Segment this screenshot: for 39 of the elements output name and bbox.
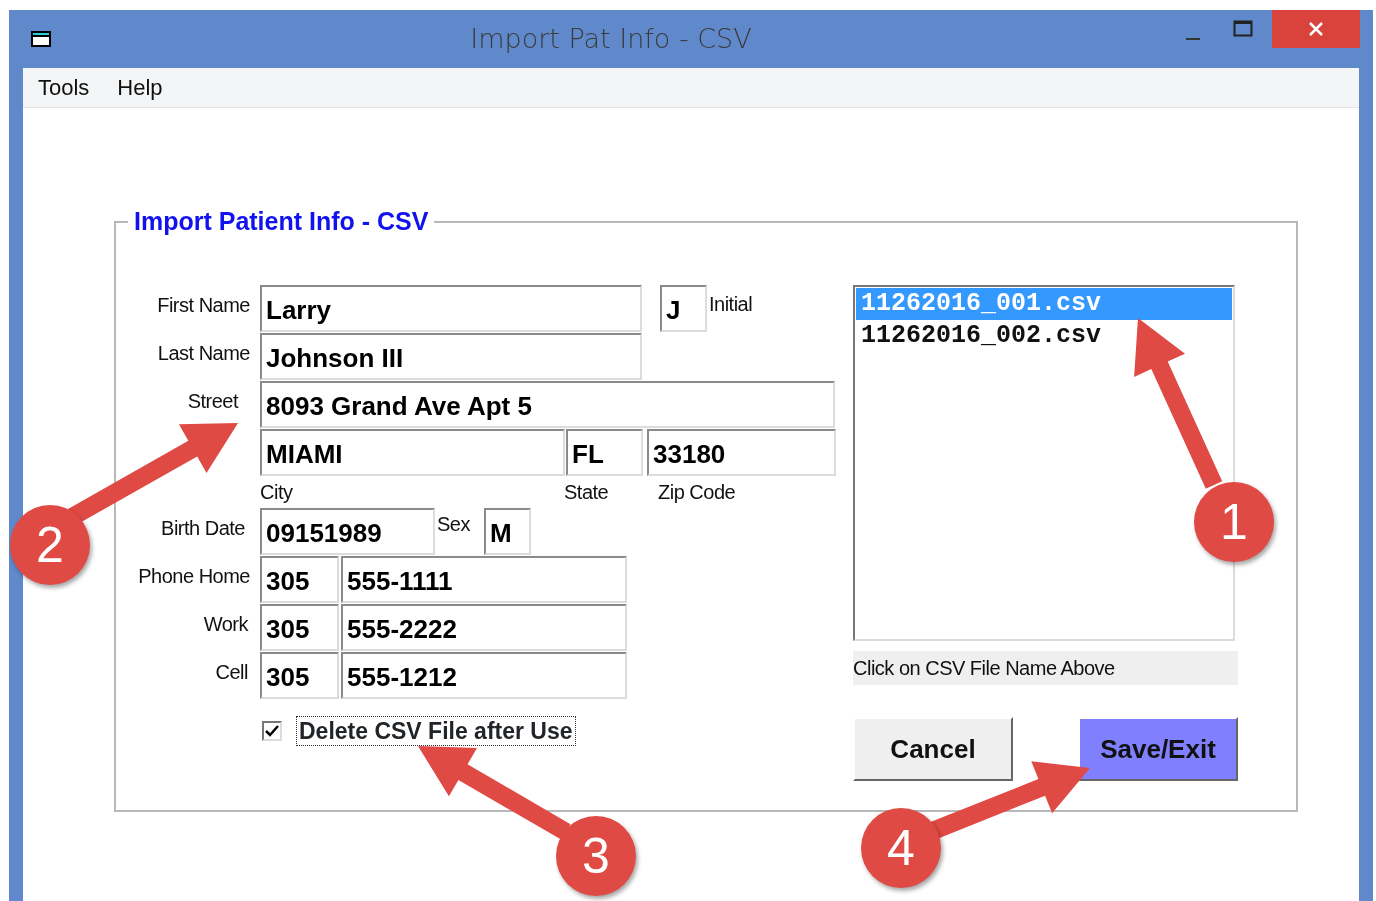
cancel-button[interactable]: Cancel [853,717,1013,781]
menu-item[interactable]: Tools [24,71,104,104]
field-label: Sex [436,512,471,537]
input-field[interactable]: 09151989 [260,508,435,555]
field-label: State [564,480,610,505]
input-field[interactable]: 555-2222 [341,604,627,651]
minimize-icon [1186,38,1200,40]
close-icon [1307,20,1325,38]
field-label: Zip Code [658,480,737,505]
field-label: Initial [709,292,753,317]
input-field[interactable]: 555-1111 [341,556,627,603]
list-item[interactable]: 11262016_002.csv [856,320,1232,352]
input-field[interactable]: 305 [260,652,339,699]
input-field[interactable]: MIAMI [260,429,565,476]
save-button[interactable]: Save/Exit [1078,717,1238,781]
checkbox[interactable] [262,721,282,741]
field-label: Birth Date [160,516,246,541]
field-label: Last Name [156,341,250,366]
input-field[interactable]: Larry [260,285,642,332]
input-field[interactable]: 305 [260,604,339,651]
checkbox-label[interactable]: Delete CSV File after Use [296,716,576,746]
input-field[interactable]: 33180 [647,429,836,476]
field-label: City [260,480,294,505]
input-field[interactable]: FL [566,429,643,476]
maximize-icon [1233,20,1253,38]
field-label: First Name [156,293,250,318]
field-label: Work [202,612,250,637]
input-field[interactable]: 8093 Grand Ave Apt 5 [260,381,835,428]
field-label: Street [186,389,240,414]
hint-text: Click on CSV File Name Above [853,651,1238,685]
input-field[interactable]: 305 [260,556,339,603]
field-label: Cell [214,660,249,685]
field-label: Phone Home [137,564,250,589]
menu-item[interactable]: Help [103,71,177,104]
input-field[interactable]: M [484,508,531,555]
input-field[interactable]: J [660,285,707,332]
input-field[interactable]: 555-1212 [341,652,627,699]
window-title: Import Pat Info - CSV [469,21,753,56]
input-field[interactable]: Johnson III [260,333,642,380]
